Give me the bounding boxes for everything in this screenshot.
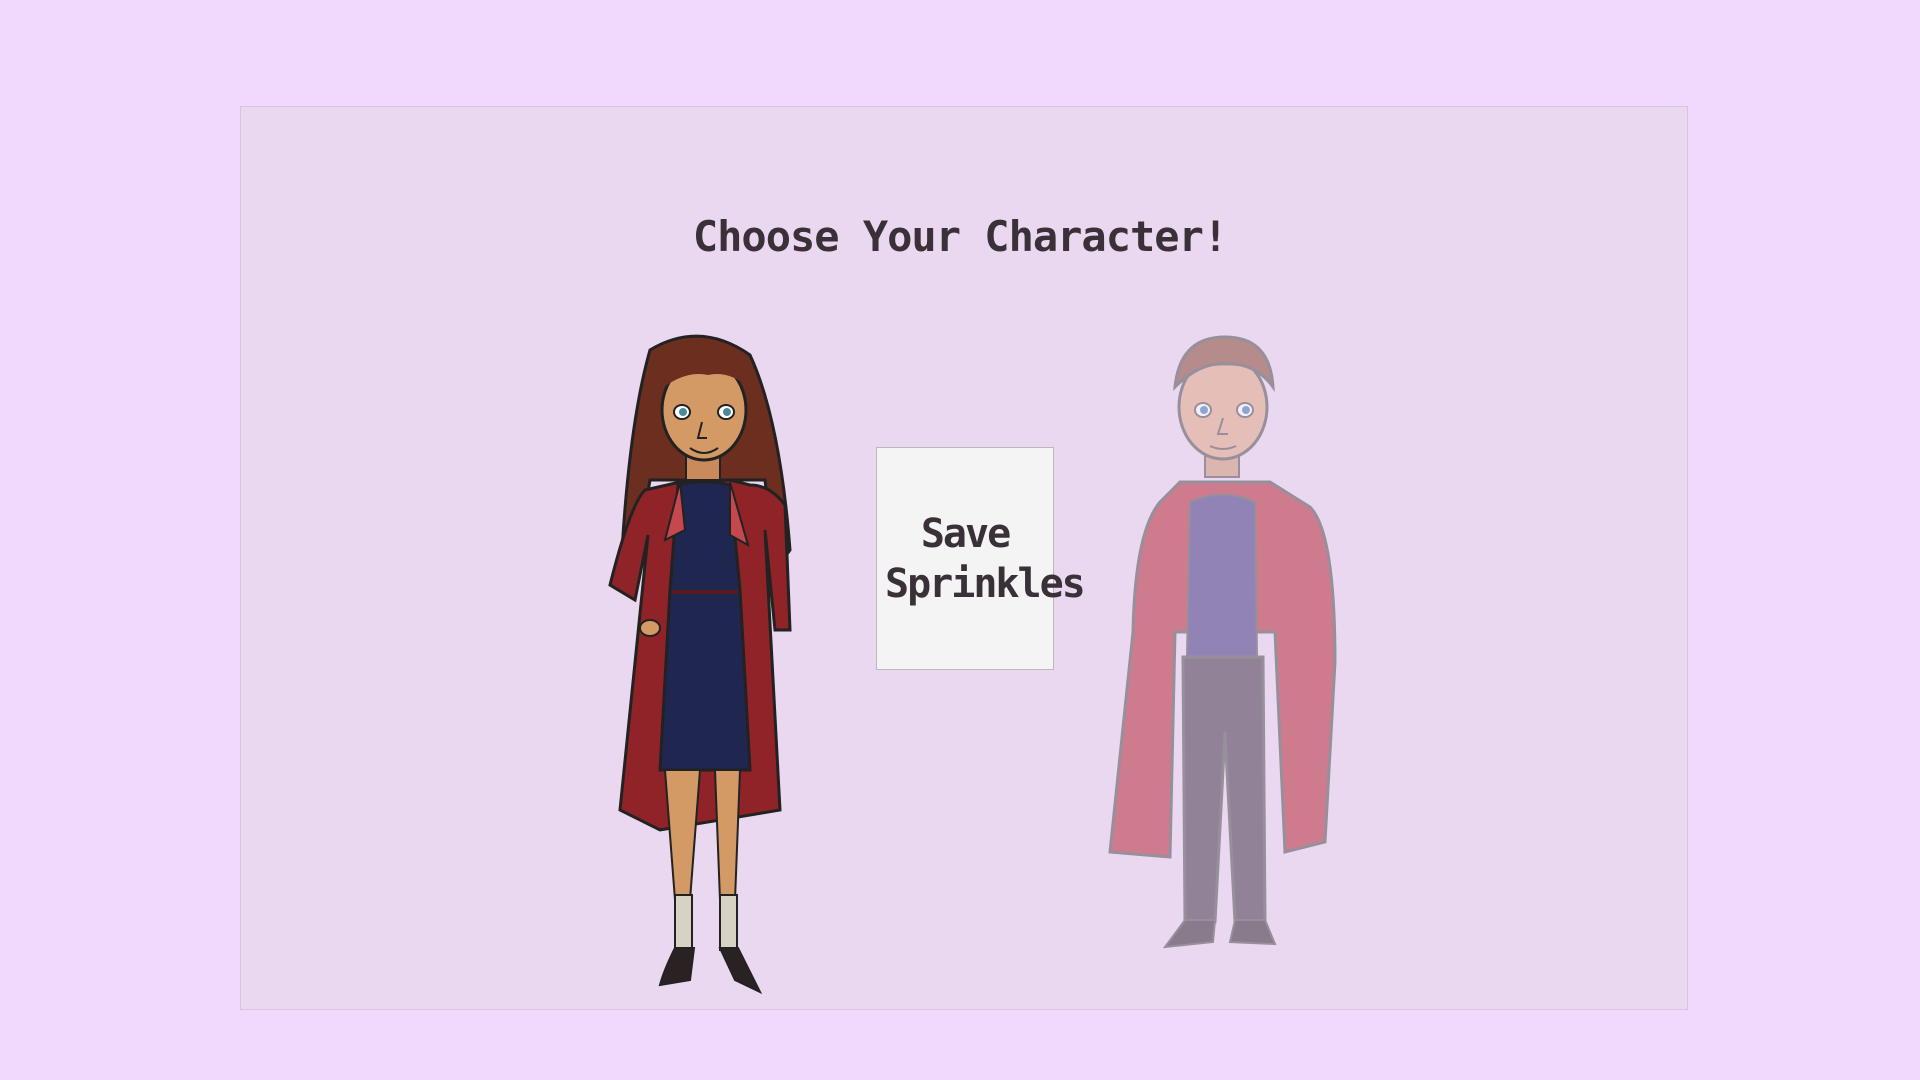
save-button-label: Save Sprinkles [885,510,1086,607]
character-boy[interactable] [1095,332,1355,1002]
save-button[interactable]: Save Sprinkles [876,447,1086,670]
character-girl[interactable] [590,330,820,1000]
character-boy-illustration [1108,335,1337,949]
character-girl-illustration [608,334,792,995]
page-title: Choose Your Character! [692,212,1228,261]
